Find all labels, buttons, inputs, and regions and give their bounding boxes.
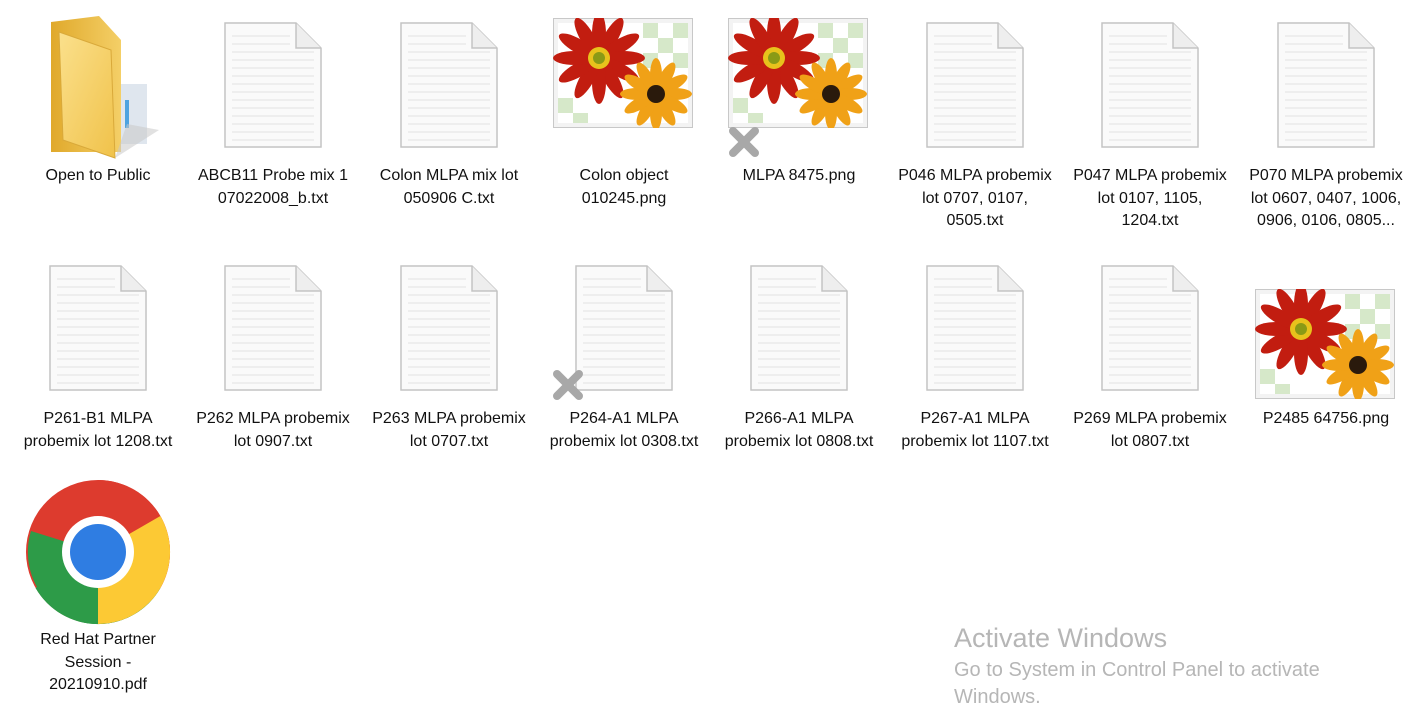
error-x-icon [729, 127, 759, 157]
image-thumbnail-icon [1255, 289, 1395, 399]
item-label: P264-A1 MLPA probemix lot 0308.txt [549, 410, 699, 450]
text-document-icon [400, 22, 498, 148]
desktop-item-p046-mlpa[interactable]: P046 MLPA probemix lot 0707, 0107, 0505.… [890, 12, 1060, 233]
chrome-icon [26, 480, 171, 625]
item-label: P263 MLPA probemix lot 0707.txt [372, 410, 526, 450]
desktop-item-p266-a1-mlpa[interactable]: P266-A1 MLPA probemix lot 0808.txt [714, 255, 884, 453]
item-label: P262 MLPA probemix lot 0907.txt [196, 410, 350, 450]
text-document-icon [224, 265, 322, 391]
text-document-icon [400, 265, 498, 391]
desktop-item-abcb11-probe-mix[interactable]: ABCB11 Probe mix 1 07022008_b.txt [188, 12, 358, 210]
item-label: Colon MLPA mix lot 050906 C.txt [379, 167, 519, 207]
desktop-item-p263-mlpa[interactable]: P263 MLPA probemix lot 0707.txt [364, 255, 534, 453]
text-document-icon [750, 265, 848, 391]
desktop-item-p070-mlpa[interactable]: P070 MLPA probemix lot 0607, 0407, 1006,… [1241, 12, 1411, 233]
text-document-icon [224, 22, 322, 148]
text-document-icon [1101, 22, 1199, 148]
text-document-icon [926, 265, 1024, 391]
item-label: Open to Public [45, 167, 151, 184]
text-document-icon [1277, 22, 1375, 148]
item-label: P070 MLPA probemix lot 0607, 0407, 1006,… [1249, 167, 1403, 229]
item-label: Colon object 010245.png [579, 167, 669, 207]
item-label: ABCB11 Probe mix 1 07022008_b.txt [198, 167, 348, 207]
watermark-title: Activate Windows [954, 623, 1168, 653]
desktop-item-colon-mlpa-mix[interactable]: Colon MLPA mix lot 050906 C.txt [364, 12, 534, 210]
desktop-icon-grid: Open to Public ABCB11 Probe mix 1 070220… [0, 0, 1420, 714]
desktop-item-open-to-public[interactable]: Open to Public [13, 12, 183, 188]
image-thumbnail-icon [553, 18, 693, 128]
desktop-item-p262-mlpa[interactable]: P262 MLPA probemix lot 0907.txt [188, 255, 358, 453]
desktop-item-p269-mlpa[interactable]: P269 MLPA probemix lot 0807.txt [1065, 255, 1235, 453]
item-label: P2485 64756.png [1262, 410, 1390, 427]
item-label: P269 MLPA probemix lot 0807.txt [1073, 410, 1227, 450]
item-label: MLPA 8475.png [742, 167, 856, 184]
desktop-item-p264-a1-mlpa[interactable]: P264-A1 MLPA probemix lot 0308.txt [539, 255, 709, 453]
desktop-item-p047-mlpa[interactable]: P047 MLPA probemix lot 0107, 1105, 1204.… [1065, 12, 1235, 233]
item-label: Red Hat Partner Session - 20210910.pdf [40, 631, 156, 693]
activation-watermark: Activate Windows Go to System in Control… [954, 621, 1394, 711]
desktop-item-mlpa-8475-png[interactable]: MLPA 8475.png [714, 12, 884, 188]
text-document-icon [1101, 265, 1199, 391]
desktop-item-p261-b1-mlpa[interactable]: P261-B1 MLPA probemix lot 1208.txt [13, 255, 183, 453]
desktop-item-p267-a1-mlpa[interactable]: P267-A1 MLPA probemix lot 1107.txt [890, 255, 1060, 453]
desktop-item-red-hat-partner-session-pdf[interactable]: Red Hat Partner Session - 20210910.pdf [13, 476, 183, 697]
item-label: P261-B1 MLPA probemix lot 1208.txt [23, 410, 173, 450]
error-x-icon [553, 370, 583, 400]
item-label: P046 MLPA probemix lot 0707, 0107, 0505.… [898, 167, 1052, 229]
text-document-icon [926, 22, 1024, 148]
item-label: P266-A1 MLPA probemix lot 0808.txt [724, 410, 874, 450]
item-label: P047 MLPA probemix lot 0107, 1105, 1204.… [1073, 167, 1227, 229]
desktop-item-colon-object-png[interactable]: Colon object 010245.png [539, 12, 709, 210]
desktop-item-p2485-png[interactable]: P2485 64756.png [1241, 255, 1411, 431]
watermark-subtitle: Go to System in Control Panel to activat… [954, 659, 1320, 708]
folder-icon [13, 12, 183, 162]
text-document-icon [575, 265, 673, 391]
image-thumbnail-icon [728, 18, 868, 128]
item-label: P267-A1 MLPA probemix lot 1107.txt [901, 410, 1049, 450]
text-document-icon [49, 265, 147, 391]
